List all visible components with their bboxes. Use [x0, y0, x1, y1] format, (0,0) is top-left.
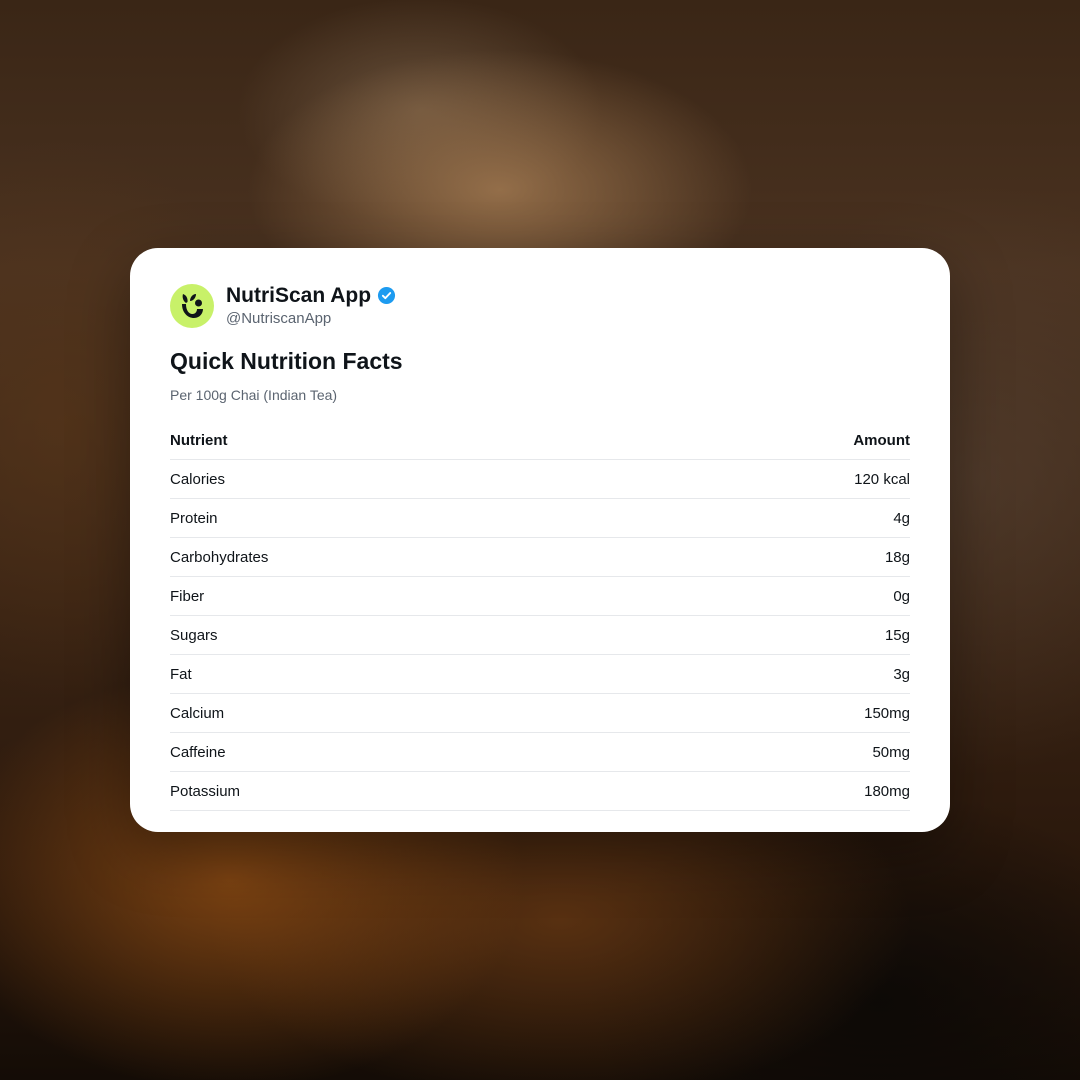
- table-row: Potassium 180mg: [170, 772, 910, 811]
- account-name-row: NutriScan App: [226, 284, 396, 308]
- nutrient-cell: Carbohydrates: [170, 548, 269, 566]
- nutrient-cell: Calcium: [170, 704, 225, 722]
- table-row: Protein 4g: [170, 499, 910, 538]
- account-identity: NutriScan App @NutriscanApp: [226, 284, 396, 329]
- table-row: Fat 3g: [170, 655, 910, 694]
- table-header-row: Nutrient Amount: [170, 421, 910, 460]
- account-name[interactable]: NutriScan App: [226, 284, 371, 308]
- amount-cell: 3g: [893, 665, 910, 683]
- account-handle[interactable]: @NutriscanApp: [226, 309, 396, 329]
- table-row: Sugars 15g: [170, 616, 910, 655]
- nutrition-table: Nutrient Amount Calories 120 kcal Protei…: [170, 421, 910, 811]
- nutrient-cell: Protein: [170, 509, 218, 527]
- nutrition-post-card: NutriScan App @NutriscanApp Quick Nutrit…: [130, 248, 950, 832]
- nutrient-cell: Fat: [170, 665, 192, 683]
- amount-cell: 0g: [893, 587, 910, 605]
- amount-cell: 120 kcal: [854, 470, 910, 488]
- nutrient-cell: Sugars: [170, 626, 218, 644]
- column-header-nutrient: Nutrient: [170, 431, 228, 449]
- table-row: Fiber 0g: [170, 577, 910, 616]
- amount-cell: 50mg: [872, 743, 910, 761]
- nutriscan-leaf-logo-icon[interactable]: [170, 284, 214, 328]
- card-subtitle: Per 100g Chai (Indian Tea): [170, 387, 338, 403]
- amount-cell: 150mg: [864, 704, 910, 722]
- amount-cell: 4g: [893, 509, 910, 527]
- account-header: NutriScan App @NutriscanApp: [170, 284, 910, 328]
- nutrient-cell: Caffeine: [170, 743, 226, 761]
- amount-cell: 15g: [884, 626, 910, 644]
- table-row: Calcium 150mg: [170, 694, 910, 733]
- nutrient-cell: Calories: [170, 470, 226, 488]
- amount-cell: 180mg: [864, 782, 910, 800]
- verified-badge-icon: [377, 286, 396, 305]
- card-title: Quick Nutrition Facts: [170, 348, 403, 374]
- amount-cell: 18g: [884, 548, 910, 566]
- nutrient-cell: Fiber: [170, 587, 205, 605]
- table-row: Calories 120 kcal: [170, 460, 910, 499]
- table-row: Caffeine 50mg: [170, 733, 910, 772]
- table-row: Carbohydrates 18g: [170, 538, 910, 577]
- column-header-amount: Amount: [853, 431, 910, 449]
- nutrient-cell: Potassium: [170, 782, 241, 800]
